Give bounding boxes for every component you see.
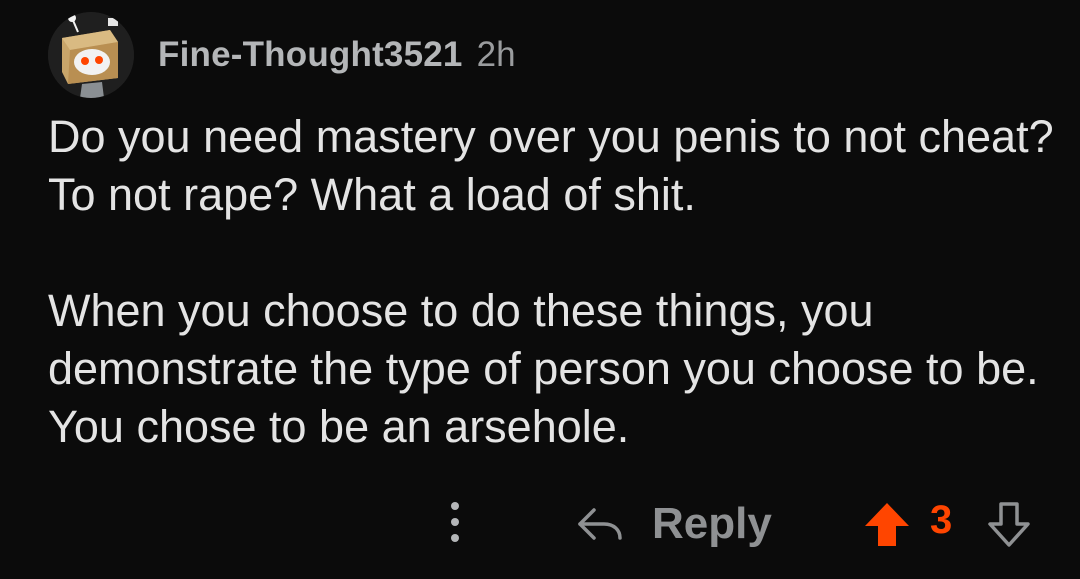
more-options-icon[interactable] — [440, 496, 470, 552]
comment-body: Do you need mastery over you penis to no… — [48, 108, 1058, 514]
reply-button[interactable]: Reply — [576, 496, 772, 552]
downvote-icon[interactable] — [986, 500, 1032, 550]
comment-paragraph: Do you need mastery over you penis to no… — [48, 111, 1054, 220]
reply-arrow-icon — [578, 508, 622, 540]
comment-header: Fine-Thought3521 2h — [48, 12, 516, 98]
reply-label: Reply — [652, 499, 772, 548]
vote-score: 3 — [930, 498, 953, 542]
comment-paragraph: When you choose to do these things, you … — [48, 285, 1039, 452]
comment-action-bar: Reply 3 — [0, 490, 1080, 554]
upvote-icon[interactable] — [862, 500, 912, 550]
author-username[interactable]: Fine-Thought3521 — [158, 35, 463, 75]
user-avatar-icon[interactable] — [48, 12, 134, 98]
comment-card: Fine-Thought3521 2h Do you need mastery … — [0, 0, 1080, 579]
comment-age: 2h — [476, 35, 516, 74]
